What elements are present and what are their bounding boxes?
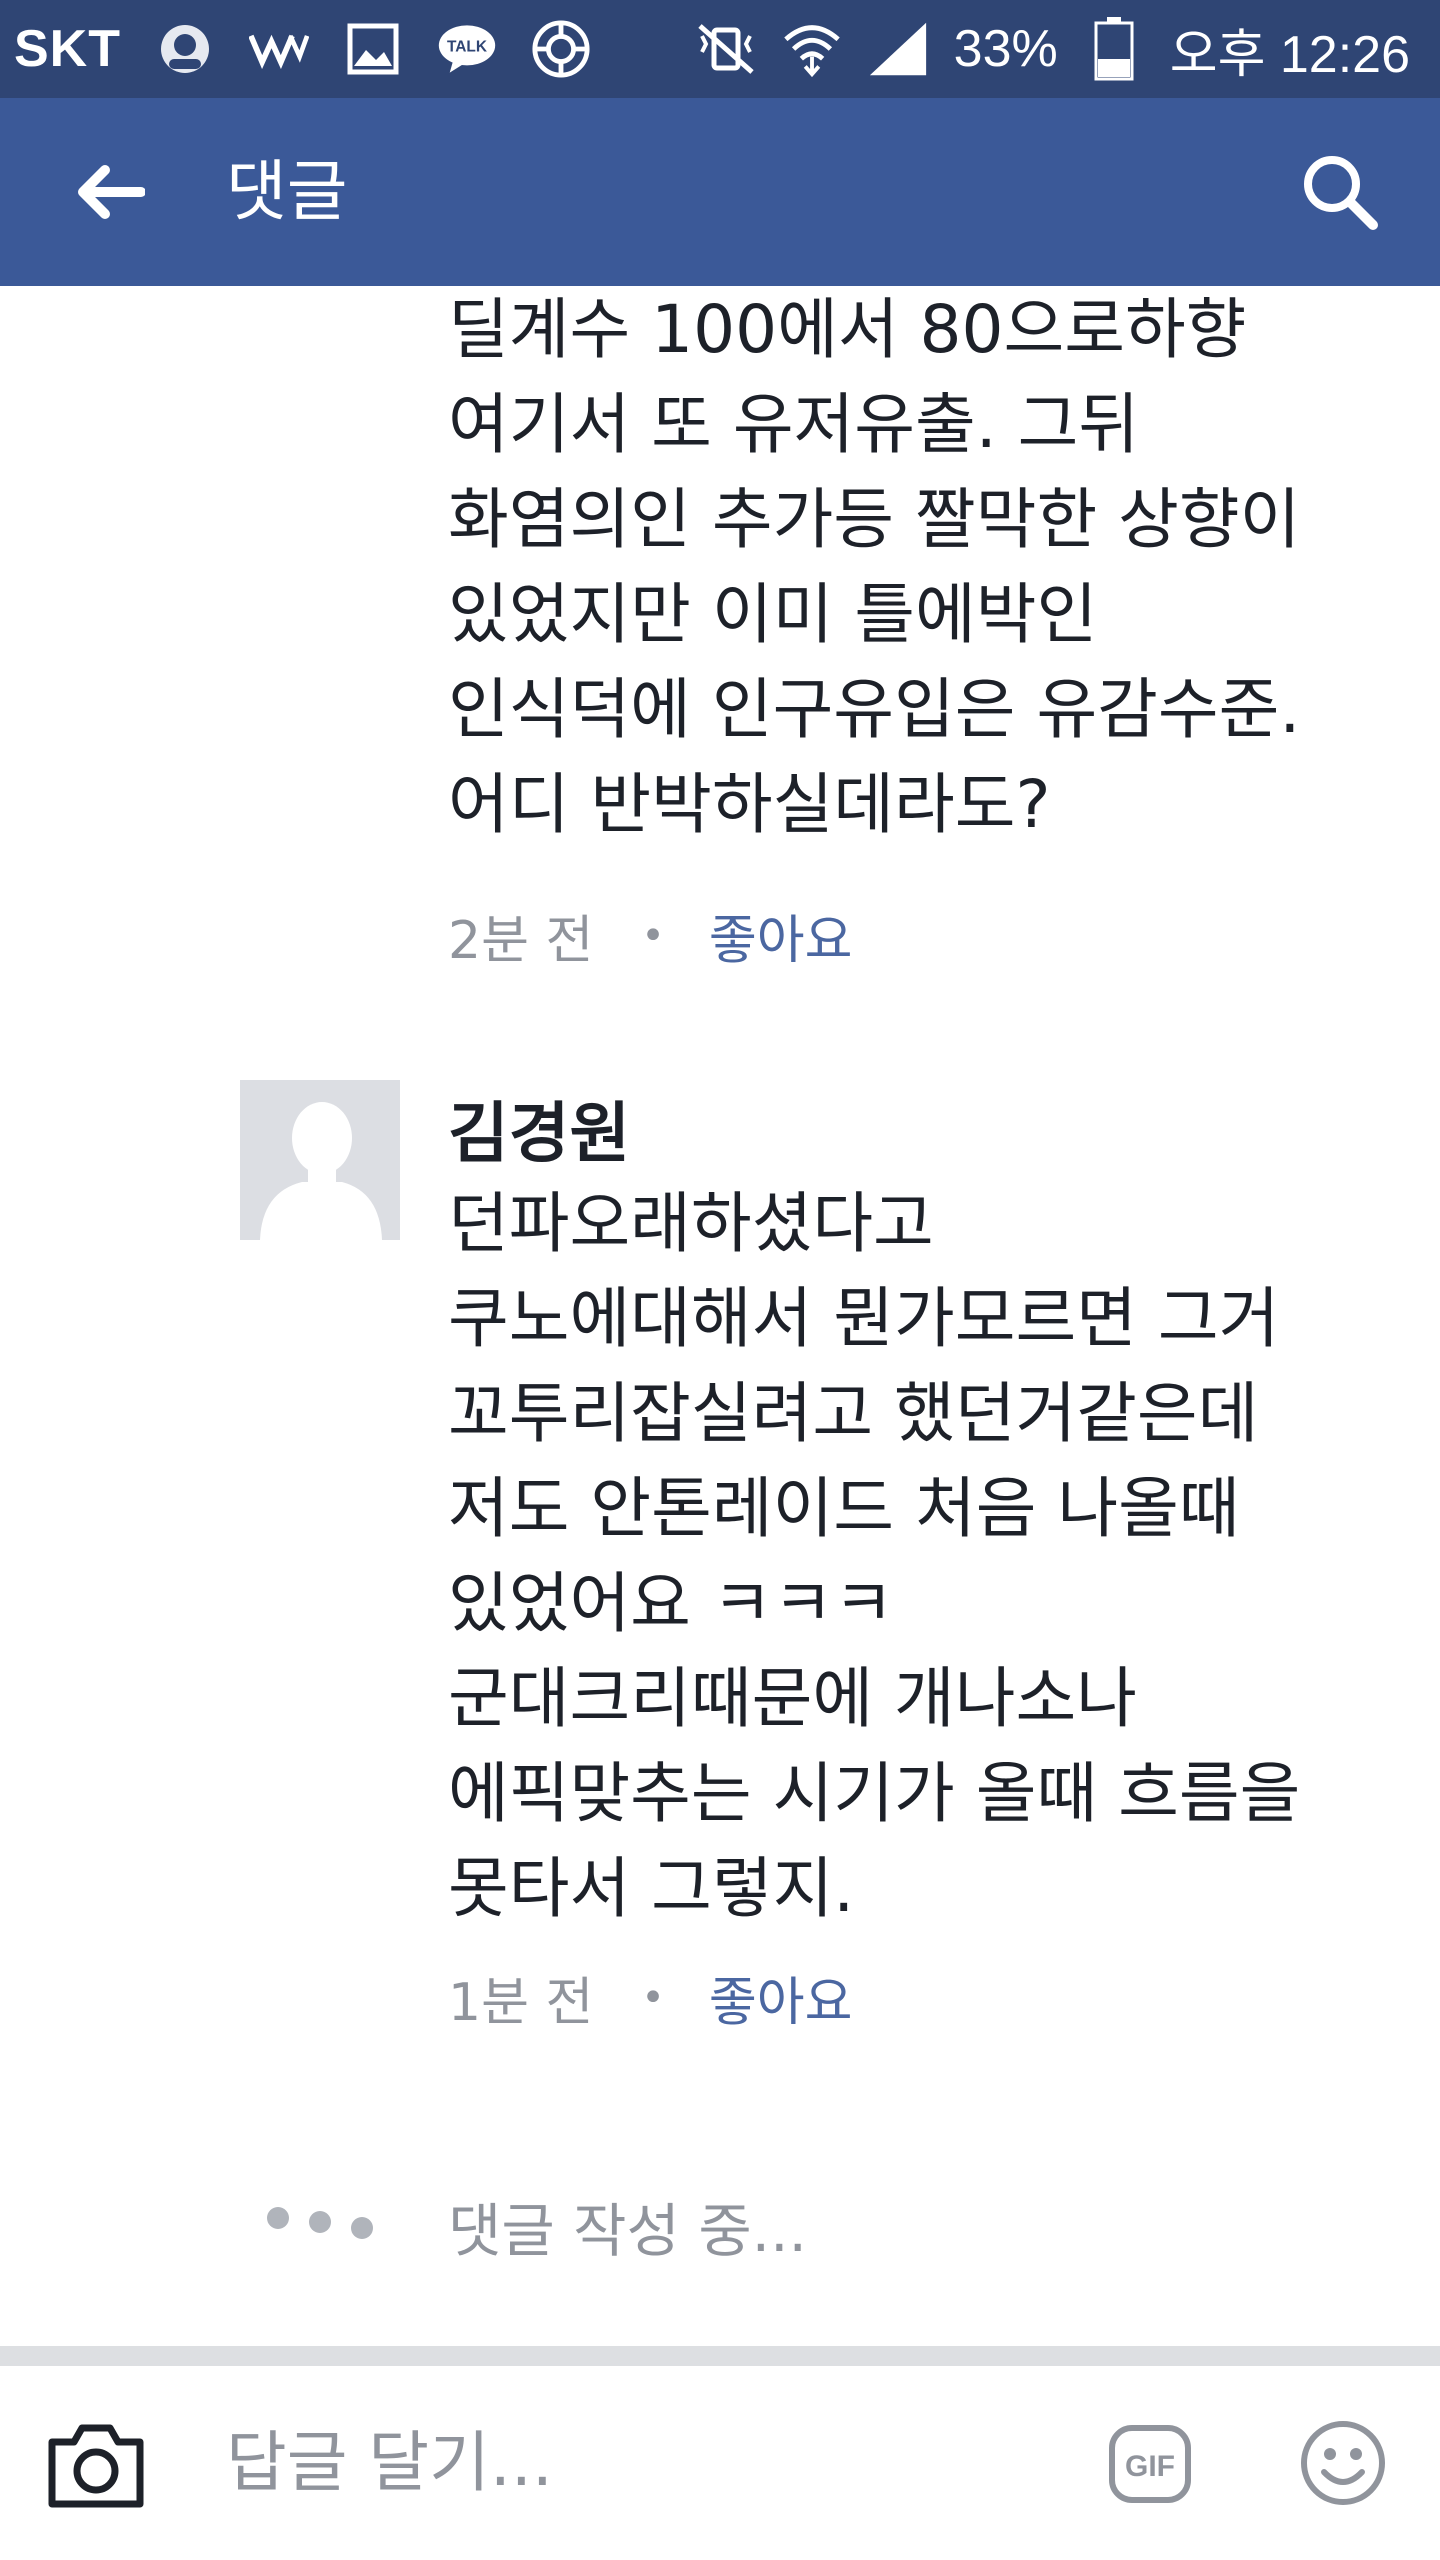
search-icon [1304, 156, 1378, 230]
comment-meta: 2분 전 • 좋아요 [448, 898, 852, 973]
app-bar: 댓글 [0, 98, 1440, 286]
comment-line: 저도 안톤레이드 처음 나올때 [448, 1470, 1240, 1547]
comment-line: 딜계수 100에서 80으로하향 [448, 291, 1247, 368]
comment-list[interactable]: 딜계수 100에서 80으로하향 여기서 또 유저유출. 그뒤 화염의인 추가등… [0, 286, 1440, 2346]
page-title: 댓글 [226, 153, 348, 230]
camera-icon [48, 2424, 144, 2508]
comment-line: 어디 반박하실데라도? [448, 766, 1051, 843]
back-button[interactable] [60, 142, 160, 242]
comment-line: 군대크리때문에 개나소나 [448, 1660, 1137, 1737]
search-button[interactable] [1290, 142, 1390, 242]
comment-body: 딜계수 100에서 80으로하향 여기서 또 유저유출. 그뒤 화염의인 추가등… [448, 286, 1428, 852]
comment-line: 여기서 또 유저유출. 그뒤 [448, 386, 1140, 463]
reply-input[interactable]: 답글 달기... [226, 2418, 553, 2508]
talk-icon: TALK [437, 19, 497, 79]
comment-timestamp: 2분 전 [448, 911, 594, 971]
comment-line: 에픽맞추는 시기가 올때 흐름을 [448, 1755, 1301, 1832]
gif-icon: GIF [1109, 2425, 1191, 2503]
gallery-icon [343, 19, 403, 79]
battery-icon [1084, 17, 1144, 81]
clock: 오후 12:26 [1169, 25, 1410, 84]
svg-text:TALK: TALK [447, 39, 487, 56]
gif-button[interactable]: GIF [1108, 2424, 1192, 2504]
gif-label: GIF [1125, 2450, 1175, 2483]
mute-icon [696, 19, 756, 79]
arrow-left-icon [78, 165, 145, 219]
avatar[interactable] [240, 1080, 400, 1240]
status-bar: SKT TALK 33% 오후 12:26 [0, 0, 1440, 98]
typing-text: 댓글 작성 중... [448, 2197, 807, 2265]
typing-indicator: 댓글 작성 중... [0, 2162, 1440, 2282]
reply-composer: 답글 달기... GIF [0, 2366, 1440, 2560]
carrier-label: SKT [14, 20, 121, 78]
separator-dot: • [641, 912, 665, 959]
separator-dot: • [641, 1974, 665, 2021]
comment-line: 있었어요 ㅋㅋㅋ [448, 1565, 895, 1642]
comment-meta: 1분 전 • 좋아요 [448, 1960, 852, 2035]
comment-line: 쿠노에대해서 뭔가모르면 그거 [448, 1280, 1280, 1357]
signal-icon [868, 19, 928, 79]
avatar-icon [155, 19, 215, 79]
comment-body: 던파오래하셨다고 쿠노에대해서 뭔가모르면 그거 꼬투리잡실려고 했던거같은데 … [448, 1176, 1428, 1936]
comment-line: 못타서 그렇지. [448, 1850, 855, 1927]
comment-line: 있었지만 이미 틀에박인 [448, 576, 1098, 653]
like-button[interactable]: 좋아요 [709, 898, 853, 973]
comment-line: 인식덕에 인구유입은 유감수준. [448, 671, 1301, 748]
wifi-icon [782, 19, 842, 79]
target-icon [531, 19, 591, 79]
comment-line: 화염의인 추가등 짤막한 상향이 [448, 481, 1301, 558]
camera-button[interactable] [44, 2416, 148, 2512]
w-app-icon [249, 19, 309, 79]
battery-percent: 33% [953, 20, 1058, 78]
typing-dots-icon [267, 2207, 373, 2239]
divider [0, 2346, 1440, 2366]
emoji-button[interactable] [1300, 2420, 1386, 2506]
comment-line: 꼬투리잡실려고 했던거같은데 [448, 1375, 1259, 1452]
default-profile-icon [240, 1080, 400, 1240]
comment-timestamp: 1분 전 [448, 1973, 594, 2033]
like-button[interactable]: 좋아요 [709, 1960, 853, 2035]
comment-line: 던파오래하셨다고 [448, 1185, 934, 1262]
smiley-icon [1301, 2421, 1385, 2505]
comment-author[interactable]: 김경원 [448, 1092, 630, 1176]
